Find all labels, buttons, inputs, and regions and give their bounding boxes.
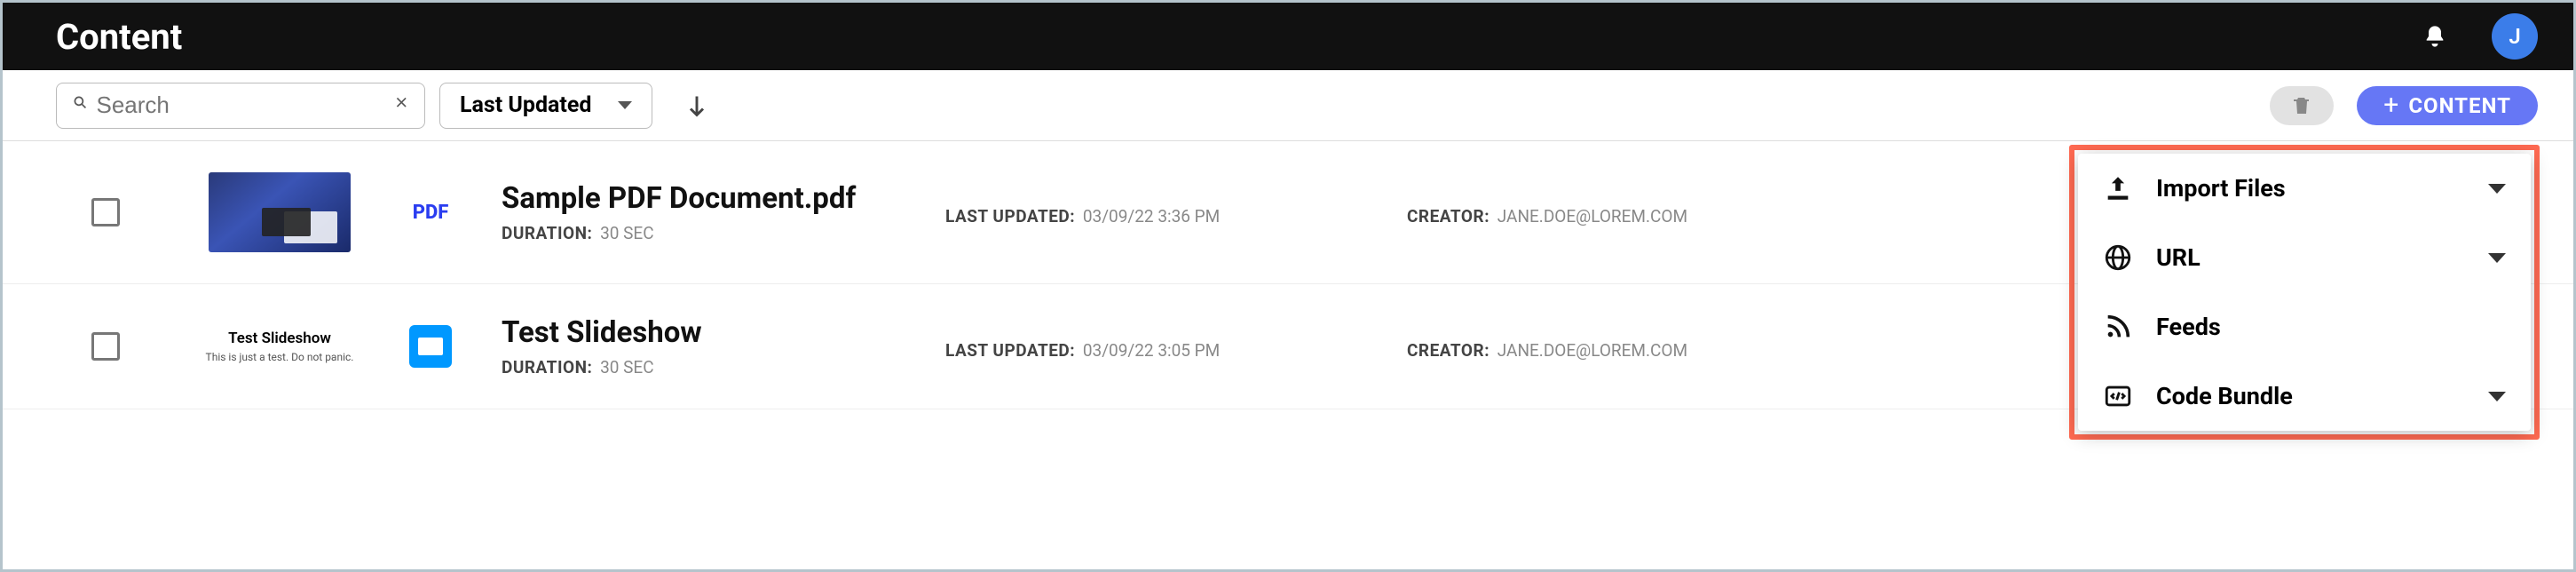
notifications-icon[interactable] — [2422, 24, 2447, 49]
duration-label: DURATION: — [502, 357, 592, 377]
thumbnail: Test Slideshow This is just a test. Do n… — [173, 330, 386, 363]
chevron-down-icon — [618, 101, 632, 109]
chevron-down-icon — [2488, 253, 2506, 263]
chevron-down-icon — [2488, 184, 2506, 194]
toolbar: Last Updated + CONTENT — [3, 70, 2573, 141]
item-title: Test Slideshow — [502, 315, 945, 350]
updated-label: LAST UPDATED: — [945, 340, 1075, 361]
thumb-subtitle: This is just a test. Do not panic. — [206, 351, 354, 363]
content-dropdown: Import Files URL Feeds Code B — [2078, 154, 2531, 431]
chevron-down-icon — [2488, 392, 2506, 401]
creator-label: CREATOR: — [1407, 340, 1489, 361]
duration-value: 30 SEC — [600, 223, 654, 243]
slideshow-badge-icon — [409, 325, 452, 368]
item-title: Sample PDF Document.pdf — [502, 181, 945, 216]
dropdown-item-code-bundle[interactable]: Code Bundle — [2078, 361, 2531, 431]
dropdown-item-label: Feeds — [2156, 313, 2506, 341]
dropdown-item-label: URL — [2156, 243, 2488, 272]
sort-direction-button[interactable] — [684, 93, 709, 118]
creator-label: CREATOR: — [1407, 206, 1489, 226]
avatar-initial: J — [2509, 24, 2520, 49]
add-content-label: CONTENT — [2408, 93, 2511, 118]
topbar: Content J — [3, 3, 2573, 70]
plus-icon: + — [2383, 92, 2399, 119]
dropdown-item-label: Import Files — [2156, 174, 2488, 203]
globe-icon — [2103, 242, 2133, 273]
delete-button[interactable] — [2270, 86, 2334, 125]
upload-icon — [2103, 173, 2133, 203]
search-box[interactable] — [56, 83, 425, 129]
row-checkbox[interactable] — [91, 332, 120, 361]
avatar[interactable]: J — [2492, 13, 2538, 60]
code-icon — [2103, 381, 2133, 411]
row-checkbox[interactable] — [91, 198, 120, 226]
creator-value: JANE.DOE@LOREM.COM — [1497, 340, 1687, 361]
thumbnail — [173, 172, 386, 252]
page-title: Content — [56, 16, 182, 58]
updated-label: LAST UPDATED: — [945, 206, 1075, 226]
clear-icon[interactable] — [394, 95, 409, 116]
dropdown-item-label: Code Bundle — [2156, 382, 2488, 410]
search-icon — [73, 95, 88, 116]
sort-select[interactable]: Last Updated — [439, 83, 652, 129]
thumb-title: Test Slideshow — [206, 330, 354, 347]
dropdown-item-import-files[interactable]: Import Files — [2078, 154, 2531, 223]
updated-value: 03/09/22 3:36 PM — [1083, 206, 1220, 226]
pdf-badge: PDF — [413, 202, 449, 224]
add-content-button[interactable]: + CONTENT — [2357, 86, 2538, 125]
dropdown-item-url[interactable]: URL — [2078, 223, 2531, 292]
feed-icon — [2103, 312, 2133, 342]
updated-value: 03/09/22 3:05 PM — [1083, 340, 1220, 361]
creator-value: JANE.DOE@LOREM.COM — [1497, 206, 1687, 226]
content-dropdown-highlight: Import Files URL Feeds Code B — [2069, 145, 2540, 440]
sort-label: Last Updated — [460, 92, 591, 118]
dropdown-item-feeds[interactable]: Feeds — [2078, 292, 2531, 361]
duration-label: DURATION: — [502, 223, 592, 243]
search-input[interactable] — [97, 91, 394, 119]
duration-value: 30 SEC — [600, 357, 654, 377]
